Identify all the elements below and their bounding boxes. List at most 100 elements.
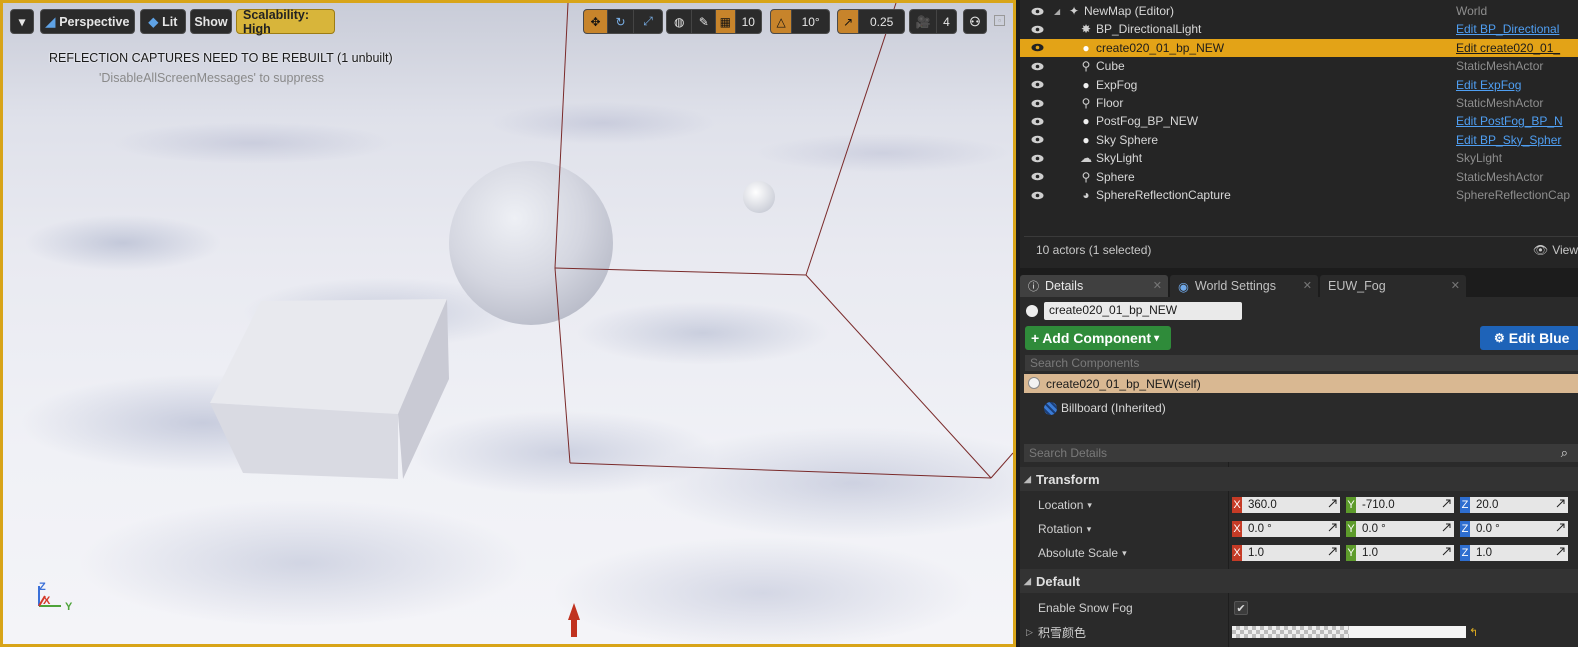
reset-to-default-icon[interactable]: ↰ [1469,626,1478,639]
visibility-eye-icon[interactable] [1030,22,1044,36]
rotation-snap-icon[interactable]: △ [771,10,793,33]
visibility-eye-icon[interactable] [1030,114,1044,128]
visibility-eye-icon[interactable] [1030,78,1044,92]
rotate-mode-icon[interactable]: ↻ [608,10,634,33]
rotation-snap-value[interactable]: 10° [792,10,829,33]
visibility-eye-icon[interactable] [1030,188,1044,202]
tab-euw-fog[interactable]: EUW_Fog ✕ [1320,275,1466,297]
visibility-eye-icon[interactable] [1030,133,1044,147]
billboard-component-row[interactable]: Billboard (Inherited) [1044,401,1166,415]
checkmark-icon: ✔ [1236,602,1246,615]
chevron-down-icon: ▾ [18,15,26,29]
edit-blueprint-link[interactable]: Edit BP_Sky_Spher [1456,133,1561,147]
scale-snap-value[interactable]: 0.25 [859,10,904,33]
viewport-options-button[interactable]: ▾ [10,9,34,34]
outliner-row[interactable]: ⚲ Floor StaticMeshActor [1020,94,1578,112]
scale-mode-icon[interactable]: ⤢ [634,10,662,33]
rotation-x[interactable]: X 0.0 ° [1232,521,1340,537]
snow-color-swatch[interactable] [1232,626,1466,638]
visibility-eye-icon[interactable] [1030,96,1044,110]
show-flags-button[interactable]: Show [190,9,232,34]
outliner-row[interactable]: ◢ ✦ NewMap (Editor) World [1020,2,1578,20]
rotation-y[interactable]: Y 0.0 ° [1346,521,1454,537]
translate-mode-icon[interactable]: ✥ [584,10,608,33]
camera-speed-group[interactable]: 🎥 4 [909,9,957,34]
outliner-row[interactable]: ⚲ Cube StaticMeshActor [1020,57,1578,75]
sky-light-icon: ☁ [1080,151,1092,166]
reflection-capture-warning: REFLECTION CAPTURES NEED TO BE REBUILT (… [49,51,393,65]
edit-blueprint-link[interactable]: Edit PostFog_BP_N [1456,114,1563,128]
chevron-down-icon: ▾ [1122,547,1127,558]
visibility-eye-icon[interactable] [1030,4,1044,18]
surface-snap-icon[interactable]: ✎ [692,10,716,33]
add-component-button[interactable]: + Add Component ▾ [1025,326,1171,350]
small-sphere-mesh[interactable] [743,181,775,213]
outliner-row-label: BP_DirectionalLight [1096,22,1202,37]
view-mode-lit-button[interactable]: ◆ Lit [140,9,186,34]
expand-arrow-icon[interactable]: ◢ [1054,7,1060,16]
self-component-row[interactable]: create020_01_bp_NEW(self) [1024,374,1578,393]
close-icon[interactable]: ✕ [1451,279,1460,292]
outliner-row-label: create020_01_bp_NEW [1096,40,1225,55]
outliner-row[interactable]: ☁ SkyLight SkyLight [1020,149,1578,167]
search-components-input[interactable]: Search Components [1025,355,1578,371]
default-category[interactable]: ◢ Default [1020,569,1578,593]
search-details-input[interactable]: Search Details [1024,444,1578,462]
visibility-eye-icon[interactable] [1030,41,1044,55]
expand-arrow-icon[interactable]: ▷ [1026,627,1033,638]
static-mesh-icon: ⚲ [1081,59,1091,74]
close-icon[interactable]: ✕ [1153,279,1162,292]
edit-blueprint-button[interactable]: ⚙ Edit Blue [1480,326,1578,350]
visibility-eye-icon[interactable] [1030,170,1044,184]
edit-blueprint-link[interactable]: Edit create020_01_ [1456,41,1560,55]
rotation-z[interactable]: Z 0.0 ° [1460,521,1568,537]
outliner-row-type: StaticMeshActor [1456,96,1544,110]
outliner-row[interactable]: ✸ BP_DirectionalLight Edit BP_Directional [1020,20,1578,38]
scale-snap-icon[interactable]: ↗ [838,10,860,33]
world-local-icon[interactable]: ◍ [667,10,693,33]
maximize-viewport-button[interactable]: ⚇ [963,9,987,34]
outliner-row-label: NewMap (Editor) [1084,4,1175,18]
outliner-row[interactable]: ● create020_01_bp_NEW Edit create020_01_ [1020,38,1578,57]
sphere-mesh[interactable] [449,161,613,325]
tab-world-settings[interactable]: ◉ World Settings ✕ [1170,275,1318,297]
location-z[interactable]: Z 20.0 [1460,497,1568,513]
fog-volume-bounds[interactable] [554,3,1013,479]
scale-y[interactable]: Y 1.0 [1346,545,1454,561]
location-x[interactable]: X 360.0 [1232,497,1340,513]
tab-details[interactable]: ⓘ Details ✕ [1020,275,1168,297]
scale-x[interactable]: X 1.0 [1232,545,1340,561]
drag-arrow-icon [1328,523,1337,532]
location-y[interactable]: Y -710.0 [1346,497,1454,513]
cube-mesh[interactable] [210,299,449,479]
grid-snap-icon[interactable]: ▦ [715,10,736,33]
transform-category[interactable]: ◢ Transform [1020,467,1578,491]
edit-blueprint-link[interactable]: Edit BP_Directional [1456,22,1559,36]
outliner-view-options[interactable]: 👁 View [1533,243,1578,257]
grid-snap-value[interactable]: 10 [736,10,761,33]
outliner-row-label: ExpFog [1096,77,1138,92]
visibility-eye-icon[interactable] [1030,151,1044,165]
restore-viewport-icon[interactable]: ▫ [994,15,1005,26]
actor-name-field[interactable]: create020_01_bp_NEW [1044,302,1242,320]
scale-z[interactable]: Z 1.0 [1460,545,1568,561]
outliner-row-type: SphereReflectionCap [1456,188,1571,202]
location-label[interactable]: Location ▾ [1038,498,1092,512]
enable-snow-fog-checkbox[interactable]: ✔ [1234,601,1248,615]
perspective-button[interactable]: ◢ Perspective [40,9,135,34]
outliner-row[interactable]: ● PostFog_BP_NEW Edit PostFog_BP_N [1020,112,1578,130]
outliner-row-label: Sphere [1096,169,1135,184]
level-viewport[interactable]: ▾ ◢ Perspective ◆ Lit Show Scalability: … [0,0,1016,647]
outliner-row[interactable]: ● Sky Sphere Edit BP_Sky_Spher [1020,131,1578,149]
static-mesh-icon: ⚲ [1081,169,1091,184]
outliner-row[interactable]: ⚲ Sphere StaticMeshActor [1020,168,1578,186]
player-start-icon[interactable] [568,603,580,637]
edit-blueprint-link[interactable]: Edit ExpFog [1456,78,1521,92]
scalability-button[interactable]: Scalability: High [236,8,335,36]
outliner-row[interactable]: ◕ SphereReflectionCapture SphereReflection… [1020,186,1578,204]
close-icon[interactable]: ✕ [1303,279,1312,292]
visibility-eye-icon[interactable] [1030,59,1044,73]
outliner-row[interactable]: ● ExpFog Edit ExpFog [1020,76,1578,94]
rotation-label[interactable]: Rotation ▾ [1038,522,1091,536]
scale-label[interactable]: Absolute Scale ▾ [1038,546,1127,560]
